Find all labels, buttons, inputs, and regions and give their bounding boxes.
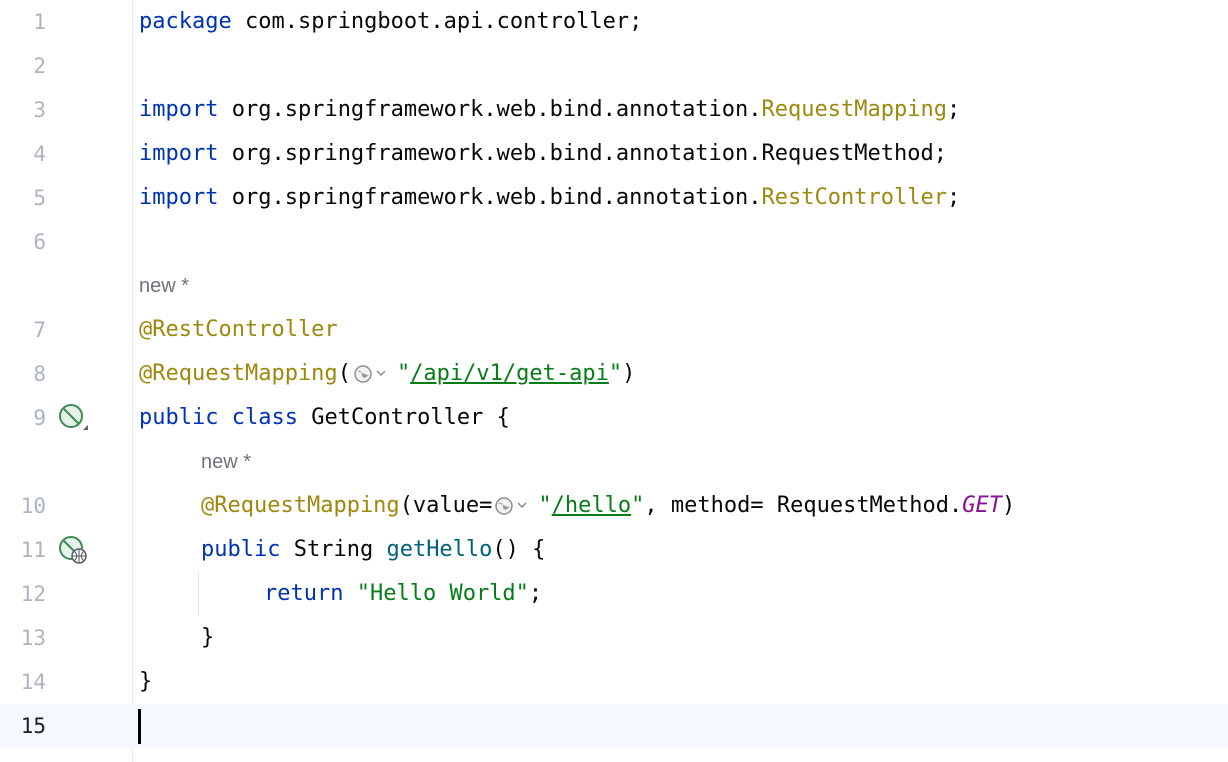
line-number: 5 (33, 186, 46, 210)
enum-constant: GET (962, 493, 1003, 518)
import-path: org.springframework.web.bind.annotation.… (218, 141, 947, 166)
string-literal: "Hello World" (356, 581, 529, 606)
semicolon: ; (528, 581, 543, 606)
code-text[interactable]: package com.springboot.api.controller; (139, 0, 642, 44)
code-text[interactable]: @RequestMapping(value= "/hello", method= … (201, 484, 1015, 528)
keyword: package (139, 9, 232, 34)
annotation: @RequestMapping (201, 493, 400, 518)
code-text[interactable]: import org.springframework.web.bind.anno… (139, 132, 947, 176)
quote: " (538, 493, 552, 518)
code-text[interactable]: public String getHello() { (201, 528, 545, 572)
keyword: class (231, 405, 298, 430)
line-number: 2 (33, 54, 46, 78)
keyword: public (139, 405, 219, 430)
code-line-11[interactable]: 11 public String getHello() { (0, 528, 1228, 572)
method-name[interactable]: getHello (386, 537, 492, 562)
package-name: com.springboot.api.controller; (231, 9, 643, 34)
line-number: 8 (33, 362, 46, 386)
code-line-9[interactable]: 9 public class GetController { (0, 396, 1228, 440)
author-hint[interactable]: new * (201, 440, 251, 484)
method-signature-end: () { (492, 537, 546, 562)
line-number: 1 (33, 10, 46, 34)
code-text[interactable]: import org.springframework.web.bind.anno… (139, 88, 960, 132)
import-class[interactable]: RestController (762, 185, 947, 210)
url-link[interactable]: /api/v1/get-api (410, 361, 609, 386)
code-line-3[interactable]: 3 import org.springframework.web.bind.an… (0, 88, 1228, 132)
paren: ) (622, 361, 636, 386)
code-line-4[interactable]: 4 import org.springframework.web.bind.an… (0, 132, 1228, 176)
code-line-1[interactable]: 1 package com.springboot.api.controller; (0, 0, 1228, 44)
line-number: 3 (33, 98, 46, 122)
class-declaration: GetController { (297, 405, 510, 430)
closing-brace: } (201, 625, 215, 650)
code-text[interactable]: @RestController (139, 308, 338, 352)
web-endpoint-icon[interactable] (57, 534, 91, 566)
code-line-14[interactable]: 14 } (0, 660, 1228, 704)
line-number: 11 (20, 538, 46, 562)
line-number: 13 (20, 626, 46, 650)
code-text[interactable]: import org.springframework.web.bind.anno… (139, 176, 960, 220)
annotation-args: (value= (399, 493, 493, 518)
semicolon: ; (946, 185, 961, 210)
keyword: import (139, 97, 219, 122)
keyword: import (139, 141, 219, 166)
closing-brace: } (139, 669, 153, 694)
code-line-6[interactable]: 6 (0, 220, 1228, 264)
line-number: 9 (33, 406, 46, 430)
keyword: return (264, 581, 344, 606)
code-line-2[interactable]: 2 (0, 44, 1228, 88)
code-line-5[interactable]: 5 import org.springframework.web.bind.an… (0, 176, 1228, 220)
code-line-10[interactable]: 10 @RequestMapping(value= "/hello", metho… (0, 484, 1228, 528)
line-number: 7 (33, 318, 46, 342)
inlay-hint-row: new * (0, 440, 1228, 484)
author-hint[interactable]: new * (139, 264, 189, 308)
quote: " (608, 361, 623, 386)
bean-class-icon[interactable] (57, 402, 91, 434)
globe-dropdown-icon[interactable] (353, 363, 395, 385)
line-number: 4 (33, 142, 46, 166)
line-number: 6 (33, 230, 46, 254)
semicolon: ; (946, 97, 961, 122)
code-text[interactable]: return "Hello World"; (264, 572, 542, 616)
import-class[interactable]: RequestMapping (762, 97, 947, 122)
quote: " (631, 493, 645, 518)
import-package: org.springframework.web.bind.annotation. (218, 97, 762, 122)
inlay-hint-row: new * (0, 264, 1228, 308)
code-line-15[interactable]: 15 (0, 704, 1228, 748)
code-line-7[interactable]: 7 @RestController (0, 308, 1228, 352)
line-number: 14 (20, 670, 46, 694)
code-line-12[interactable]: 12 return "Hello World"; (0, 572, 1228, 616)
line-number: 15 (20, 714, 46, 738)
quote: " (396, 361, 411, 386)
url-link[interactable]: /hello (552, 493, 631, 518)
globe-dropdown-icon[interactable] (494, 495, 536, 517)
annotation: @RequestMapping (139, 361, 338, 386)
line-number: 12 (20, 582, 46, 606)
import-package: org.springframework.web.bind.annotation. (218, 185, 762, 210)
keyword: import (139, 185, 219, 210)
keyword: public (201, 537, 281, 562)
text-caret (138, 709, 141, 744)
code-text[interactable]: @RequestMapping( "/api/v1/get-api") (139, 352, 635, 396)
code-line-13[interactable]: 13 } (0, 616, 1228, 660)
line-number: 10 (20, 494, 46, 518)
return-type: String (280, 537, 387, 562)
paren: ) (1002, 493, 1016, 518)
code-line-8[interactable]: 8 @RequestMapping( "/api/v1/get-api") (0, 352, 1228, 396)
code-text[interactable]: public class GetController { (139, 396, 510, 440)
method-arg: , method= RequestMethod. (644, 493, 963, 518)
paren: ( (337, 361, 351, 386)
annotation: @RestController (139, 317, 338, 342)
